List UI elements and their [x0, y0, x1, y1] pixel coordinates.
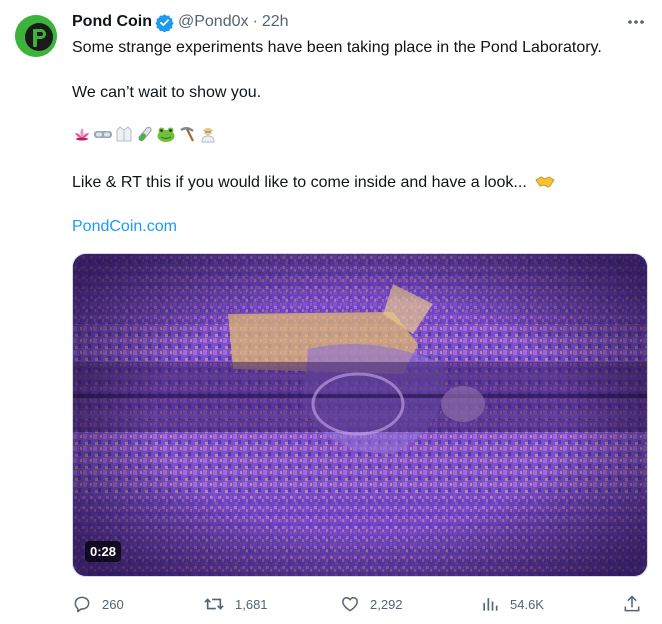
share-icon — [624, 595, 640, 612]
heart-icon — [342, 597, 358, 612]
author-handle[interactable]: @Pond0x — [178, 13, 249, 31]
handshake-icon — [535, 174, 555, 196]
more-options-icon[interactable] — [624, 11, 648, 33]
pick-icon — [177, 124, 197, 144]
tweet-text-line-3: Like & RT this if you would like to come… — [72, 172, 555, 196]
author-name[interactable]: Pond Coin — [72, 13, 152, 31]
tweet-header: Pond Coin @Pond0x · 22h — [72, 11, 648, 33]
goggles-icon — [93, 124, 113, 144]
verified-badge-icon — [155, 13, 174, 32]
lab-coat-icon — [114, 124, 134, 144]
frog-icon — [156, 124, 176, 144]
video-duration: 0:28 — [85, 541, 122, 562]
share-button[interactable] — [622, 594, 642, 614]
avatar[interactable] — [15, 15, 57, 57]
reply-count: 260 — [102, 596, 124, 612]
lotus-icon — [72, 124, 92, 144]
like-button[interactable]: 2,292 — [340, 594, 403, 614]
timestamp[interactable]: 22h — [262, 13, 289, 31]
video-player[interactable]: 0:28 — [72, 253, 648, 577]
pond-logo-icon — [15, 15, 57, 57]
reply-icon — [74, 596, 90, 613]
tweet-text-line-1: Some strange experiments have been takin… — [72, 39, 602, 56]
views-button[interactable]: 54.6K — [480, 594, 544, 614]
separator-dot: · — [252, 13, 258, 30]
tweet-text-line-2: We can’t wait to show you. — [72, 84, 262, 101]
tweet-actions: 260 1,681 2,292 54.6K — [72, 594, 648, 616]
website-link[interactable]: PondCoin.com — [72, 216, 177, 237]
like-count: 2,292 — [370, 596, 403, 612]
repost-button[interactable]: 1,681 — [203, 594, 268, 614]
repost-count: 1,681 — [235, 596, 268, 612]
scientist-icon — [198, 124, 218, 144]
video-frame — [73, 254, 647, 576]
reply-button[interactable]: 260 — [72, 594, 124, 614]
views-chart-icon — [483, 598, 498, 611]
test-tube-icon — [135, 124, 155, 144]
views-count: 54.6K — [510, 596, 544, 612]
emoji-row — [72, 124, 218, 144]
repost-icon — [204, 598, 224, 610]
tweet-text-line-3-content: Like & RT this if you would like to come… — [72, 174, 527, 191]
